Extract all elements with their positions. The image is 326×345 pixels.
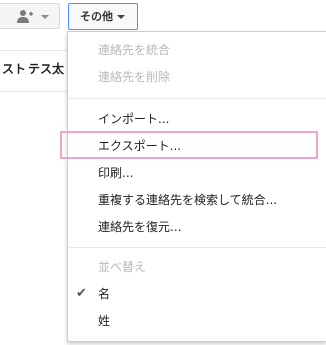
menu-item-label: 姓 — [98, 314, 111, 328]
column-label: スト — [2, 62, 27, 76]
checkmark-icon: ✔ — [76, 286, 87, 301]
menu-item-label: 連絡先を削除 — [98, 70, 171, 84]
column-label: テス太 — [28, 62, 65, 76]
person-add-icon — [17, 10, 33, 23]
menu-separator — [68, 247, 326, 248]
menu-item-print[interactable]: 印刷... — [68, 160, 326, 186]
menu-item-find-duplicates[interactable]: 重複する連絡先を検索して統合... — [68, 187, 326, 213]
menu-section-label: 並べ替え — [98, 260, 147, 274]
chevron-down-icon — [117, 15, 125, 19]
menu-item-import[interactable]: インポート... — [68, 106, 326, 132]
export-highlight-box — [60, 131, 318, 159]
menu-item-sort-last-name[interactable]: 姓 — [68, 308, 326, 334]
contacts-page: その他 スト テス太 連絡先を統合 連絡先を削除 インポート... エクスポート… — [0, 0, 326, 345]
menu-item-label: 重複する連絡先を検索して統合... — [98, 193, 278, 207]
menu-item-label: インポート... — [98, 112, 170, 126]
chevron-down-icon — [41, 15, 49, 19]
menu-section-sort: 並べ替え — [68, 254, 326, 280]
more-menu: 連絡先を統合 連絡先を削除 インポート... エクスポート... 印刷... 重… — [67, 31, 326, 342]
more-button-label: その他 — [80, 10, 113, 23]
menu-item-label: 名 — [98, 287, 111, 301]
menu-item-restore-contacts[interactable]: 連絡先を復元... — [68, 214, 326, 240]
menu-item-sort-first-name[interactable]: ✔ 名 — [68, 281, 326, 307]
menu-separator — [68, 98, 326, 99]
more-button[interactable]: その他 — [68, 3, 138, 30]
menu-item-delete-contacts[interactable]: 連絡先を削除 — [68, 64, 326, 90]
menu-item-label: 印刷... — [98, 166, 134, 180]
add-contact-button[interactable] — [0, 3, 60, 29]
menu-item-label: 連絡先を復元... — [98, 220, 182, 234]
menu-item-label: 連絡先を統合 — [98, 43, 171, 57]
menu-item-merge-contacts[interactable]: 連絡先を統合 — [68, 37, 326, 63]
toolbar: その他 — [0, 0, 326, 34]
